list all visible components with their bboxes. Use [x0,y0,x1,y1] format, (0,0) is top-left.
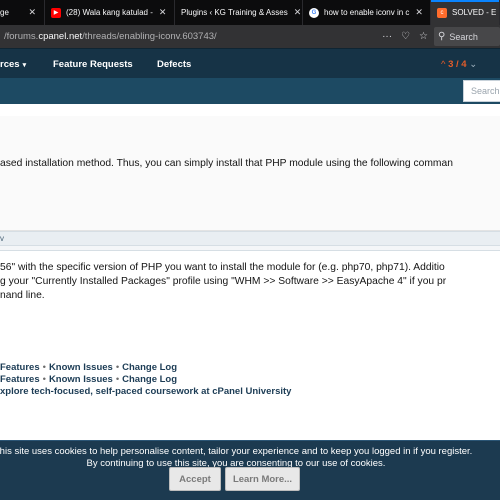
nav-resources[interactable]: rces ▾ [0,59,26,70]
tab-title: (28) Wala kang katulad - [66,8,153,17]
features-link[interactable]: Features [0,374,40,385]
alert-counter[interactable]: ^ 3 / 4 ⌄ [441,59,477,70]
close-tab-icon[interactable]: ✕ [288,7,302,18]
forum-nav: rces ▾ Feature Requests Defects ^ 3 / 4 ⌄ [0,48,500,78]
url-host: cpanel.net [38,31,83,42]
forum-sub-nav [0,78,500,104]
separator: • [42,362,46,373]
url-path: /threads/enabling-iconv.603743/ [82,31,217,42]
cookie-notice: his site uses cookies to help personalis… [0,440,500,500]
close-tab-icon[interactable]: ✕ [22,7,36,18]
separator: • [115,374,120,385]
post-text-line: 56" with the specific version of PHP you… [0,262,445,273]
known-issues-link[interactable]: Known Issues [49,374,113,385]
browser-tab-strip: ge ✕ ▶ (28) Wala kang katulad - ✕ Plugin… [0,0,500,25]
nav-defects[interactable]: Defects [157,59,191,70]
bookmark-star-icon[interactable]: ☆ [419,31,428,42]
code-block-header: v [0,231,500,246]
url-prefix: /forums. [4,31,39,42]
footer-links-row: Features • Known Issues • Change Log [0,374,177,385]
pocket-icon[interactable]: ♡ [401,31,410,42]
nav-resources-label: rces [0,59,20,70]
post-text-line: nand line. [0,290,45,301]
change-log-link[interactable]: Change Log [122,362,177,373]
forum-search-input[interactable]: Search [463,80,500,102]
browser-tab[interactable]: G how to enable iconv in c ✕ [303,0,431,25]
cookie-text: his site uses cookies to help personalis… [0,446,473,457]
youtube-icon: ▶ [51,7,61,18]
google-icon: G [309,7,319,18]
tab-title: SOLVED - E [452,8,497,17]
tab-title: ge [0,8,9,17]
features-link[interactable]: Features [0,362,40,373]
url-bar[interactable]: /forums. cpanel.net/threads/enabling-icon… [0,25,382,48]
search-placeholder: Search [449,31,478,42]
change-log-link[interactable]: Change Log [122,374,177,385]
post-text-line: ased installation method. Thus, you can … [0,158,453,169]
chevron-down-icon: ▾ [22,62,27,69]
counter-value: 3 / 4 [448,59,467,70]
chevron-down-icon: ⌄ [469,59,478,70]
chevron-up-icon: ^ [441,59,446,70]
nav-feature-requests[interactable]: Feature Requests [53,59,133,70]
url-bar-actions: ··· ♡ ☆ [382,31,434,42]
browser-nav-bar: /forums. cpanel.net/threads/enabling-icon… [0,25,500,48]
accept-button[interactable]: Accept [169,467,221,491]
tab-title: Plugins ‹ KG Training & Asses [181,8,288,17]
footer-links-row: Features • Known Issues • Change Log [0,362,177,373]
tab-title: how to enable iconv in c [324,8,410,17]
browser-tab-active[interactable]: c SOLVED - E [431,0,500,25]
browser-tab[interactable]: Plugins ‹ KG Training & Asses ✕ [175,0,303,25]
known-issues-link[interactable]: Known Issues [49,362,113,373]
post-text-line: g your "Currently Installed Packages" pr… [0,276,447,287]
cpanel-icon: c [437,7,447,18]
separator: • [115,362,120,373]
close-tab-icon[interactable]: ✕ [153,7,167,18]
university-link[interactable]: xplore tech-focused, self-paced coursewo… [0,386,291,397]
close-tab-icon[interactable]: ✕ [409,7,423,18]
learn-more-button[interactable]: Learn More... [225,467,300,491]
post-body [0,116,500,231]
code-block [0,246,500,251]
page-actions-icon[interactable]: ··· [382,31,392,42]
browser-search-input[interactable]: ⚲ Search [434,27,500,46]
search-icon: ⚲ [438,31,446,42]
browser-tab[interactable]: ge ✕ [0,0,45,25]
separator: • [42,374,46,385]
browser-tab[interactable]: ▶ (28) Wala kang katulad - ✕ [45,0,175,25]
